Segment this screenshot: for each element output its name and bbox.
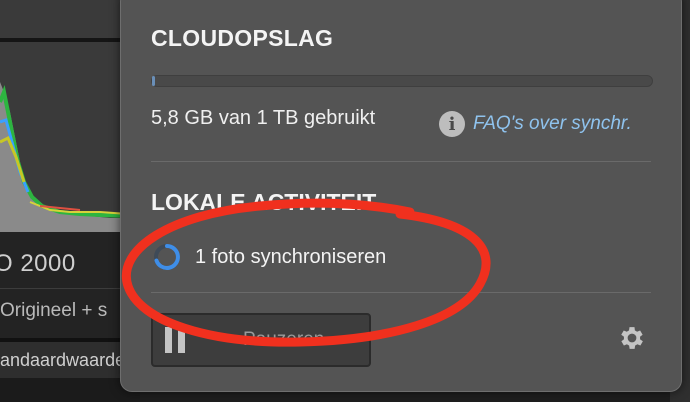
defaults-text: andaardwaarde (0, 350, 126, 370)
faq-link[interactable]: i FAQ's over synchr. (439, 111, 632, 137)
sync-status-text: 1 foto synchroniseren (195, 245, 387, 268)
section-divider (151, 161, 651, 162)
original-setting-text: Origineel + s (0, 300, 108, 321)
left-topbar (0, 0, 140, 42)
local-activity-title: LOKALE ACTIVITEIT (151, 189, 377, 215)
divider (0, 288, 135, 289)
cloud-storage-title: CLOUDOPSLAG (151, 25, 334, 51)
storage-usage-text: 5,8 GB van 1 TB gebruikt (151, 107, 376, 129)
histogram (0, 42, 128, 232)
cloud-storage-popover: CLOUDOPSLAG 5,8 GB van 1 TB gebruikt i F… (120, 0, 682, 392)
storage-usage-fill (152, 76, 155, 86)
storage-usage-bar (151, 75, 653, 87)
bottom-strip (0, 378, 140, 402)
sync-status-row: 1 foto synchroniseren (151, 241, 386, 273)
spinner-icon (154, 244, 180, 270)
faq-link-label[interactable]: FAQ's over synchr. (473, 113, 632, 135)
pause-button-label: Pauzeren (243, 329, 325, 350)
iso-value: O 2000 (0, 250, 76, 277)
info-icon: i (439, 111, 465, 137)
gear-icon[interactable] (617, 323, 647, 353)
section-divider (151, 292, 651, 293)
pause-button[interactable]: Pauzeren (151, 313, 371, 367)
pause-icon (165, 327, 185, 353)
left-panel-background: O 2000 Origineel + s andaardwaarde (0, 0, 140, 402)
